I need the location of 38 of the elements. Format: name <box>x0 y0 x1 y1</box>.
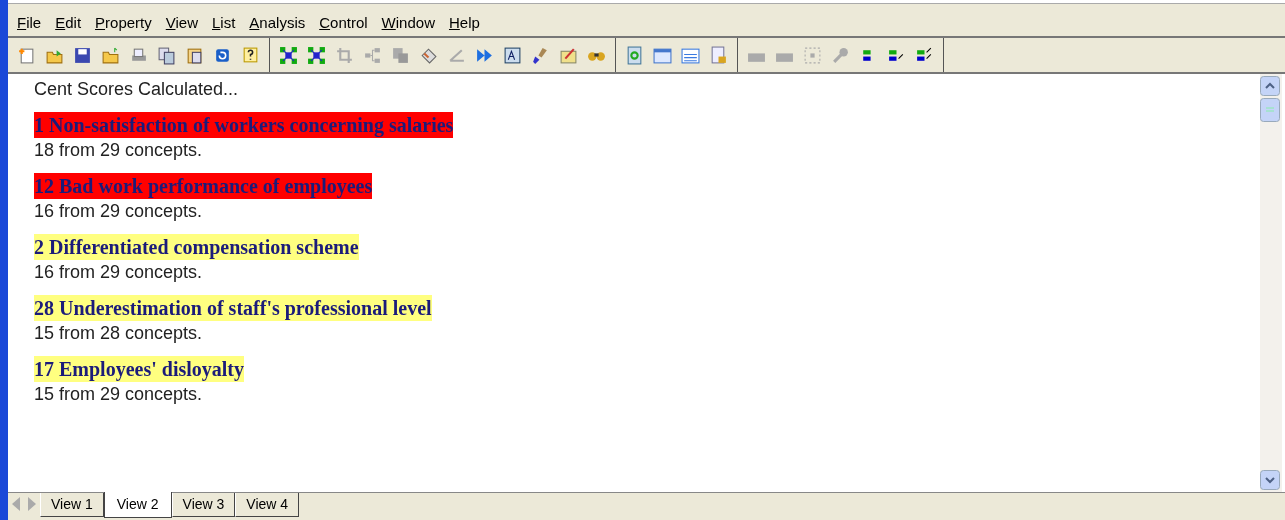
scroll-down-icon[interactable] <box>1260 470 1280 490</box>
locked-document-icon[interactable] <box>709 45 728 65</box>
help-icon[interactable] <box>241 45 260 65</box>
result-count: 18 from 29 concepts. <box>34 139 203 162</box>
result-title: 17 Employees' disloyalty <box>34 356 244 382</box>
result-count: 15 from 28 concepts. <box>34 322 203 345</box>
menu-item[interactable]: Help <box>441 11 487 34</box>
menu-item[interactable]: Edit <box>48 11 89 34</box>
brush-icon[interactable] <box>531 45 550 65</box>
tab[interactable]: View 4 <box>235 493 300 517</box>
folder-icon[interactable] <box>101 45 120 65</box>
menu-item[interactable]: Control <box>312 11 375 34</box>
menu-item[interactable]: View <box>158 11 205 34</box>
result-title: 12 Bad work performance of employees <box>34 173 373 199</box>
result-count: 15 from 29 concepts. <box>34 383 203 406</box>
result-title: 1 Non-satisfaction of workers concerning salaries <box>34 112 454 138</box>
eraser-icon[interactable] <box>419 45 438 65</box>
menu-item[interactable]: List <box>205 11 243 34</box>
save-icon[interactable] <box>73 45 92 65</box>
tab[interactable]: View 2 <box>103 492 172 518</box>
status-message: Cent Scores Calculated... <box>34 78 240 101</box>
scroll-up-icon[interactable] <box>1260 76 1280 96</box>
menu-item[interactable]: Analysis <box>242 11 313 34</box>
refresh-document-icon[interactable] <box>625 45 644 65</box>
result-title: 2 Differentiated compensation scheme <box>34 234 359 260</box>
network-icon[interactable] <box>279 45 298 65</box>
tab[interactable]: View 1 <box>40 493 104 517</box>
scroll-thumb-icon[interactable] <box>1260 98 1280 122</box>
menu-item[interactable]: File <box>10 11 49 34</box>
tab[interactable]: View 3 <box>171 493 236 517</box>
result-count: 16 from 29 concepts. <box>34 200 203 223</box>
menu-item[interactable]: Window <box>374 11 442 34</box>
result-title: 28 Underestimation of staff's professional level <box>34 295 432 321</box>
copy-icon[interactable] <box>157 45 176 65</box>
text-style-icon[interactable] <box>503 45 522 65</box>
menu-item[interactable]: Property <box>88 11 159 34</box>
result-count: 16 from 29 concepts. <box>34 261 203 284</box>
network-icon[interactable] <box>307 45 326 65</box>
